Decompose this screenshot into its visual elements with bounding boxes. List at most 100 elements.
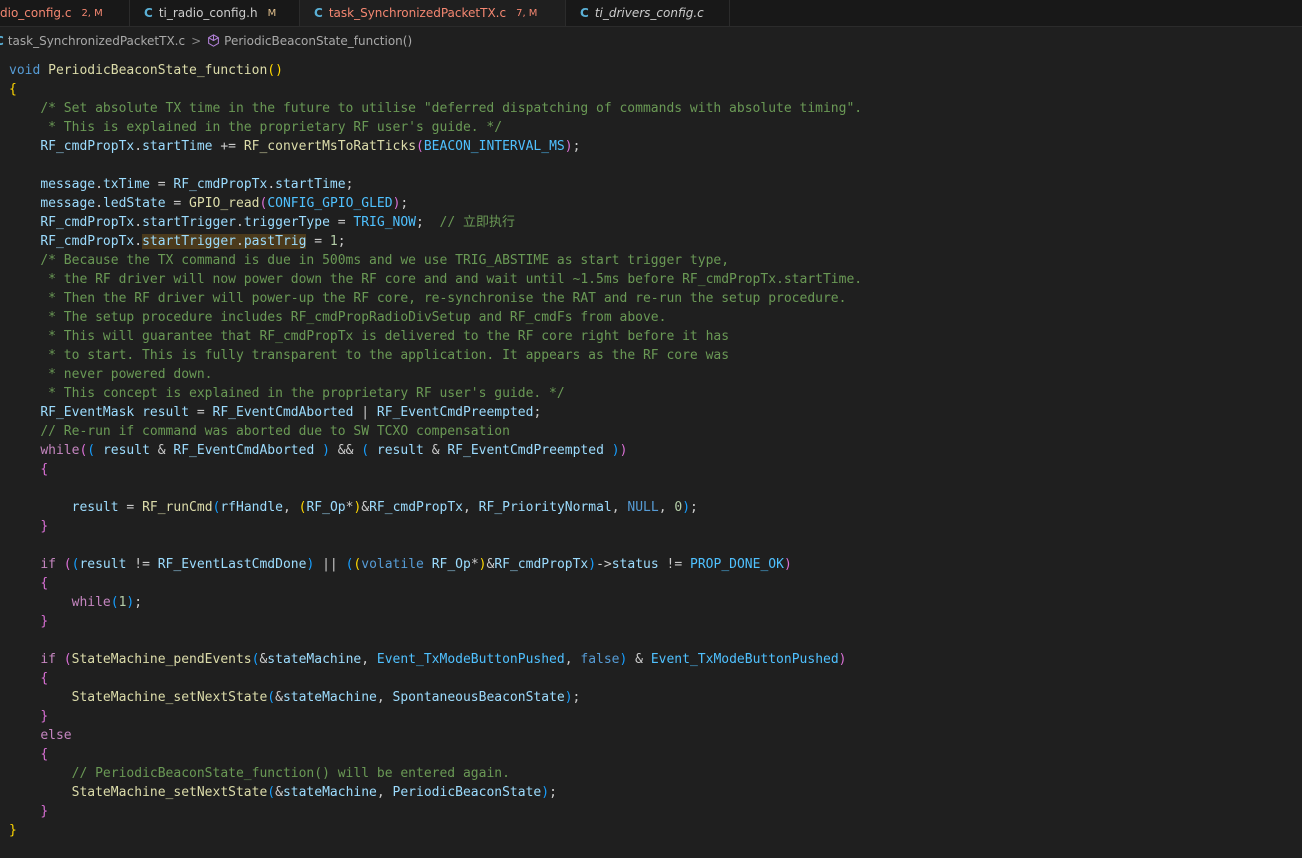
code-line[interactable]: } [0, 612, 1302, 631]
code-token: ) [682, 500, 691, 515]
code-editor[interactable]: void PeriodicBeaconState_function(){ /* … [0, 61, 1302, 840]
code-line[interactable]: } [0, 802, 1302, 821]
code-token: . [235, 234, 244, 249]
code-line[interactable]: void PeriodicBeaconState_function() [0, 61, 1302, 80]
code-line[interactable]: { [0, 80, 1302, 99]
code-token: triggerType [243, 215, 330, 230]
code-line[interactable] [0, 479, 1302, 498]
editor-tab[interactable]: Cti_radio_config.h M [130, 0, 300, 26]
code-token: ; [134, 595, 143, 610]
code-line[interactable]: else [0, 726, 1302, 745]
code-line[interactable]: RF_cmdPropTx.startTrigger.pastTrig = 1; [0, 232, 1302, 251]
code-token: if [40, 652, 56, 667]
code-line[interactable]: /* Because the TX command is due in 500m… [0, 251, 1302, 270]
code-line[interactable]: * never powered down. [0, 365, 1302, 384]
code-token: RF_Op [431, 557, 471, 572]
code-token: // PeriodicBeaconState_function() will b… [71, 766, 510, 781]
code-token: pastTrig [243, 234, 307, 249]
code-line[interactable]: * to start. This is fully transparent to… [0, 346, 1302, 365]
code-line[interactable]: while(1); [0, 593, 1302, 612]
code-line[interactable]: { [0, 669, 1302, 688]
code-line[interactable] [0, 631, 1302, 650]
code-line[interactable]: } [0, 821, 1302, 840]
code-line[interactable] [0, 156, 1302, 175]
editor-tab[interactable]: dio_config.c 2, M [0, 0, 130, 26]
code-line[interactable]: RF_cmdPropTx.startTrigger.triggerType = … [0, 213, 1302, 232]
code-token: volatile [361, 557, 424, 572]
code-token: , [361, 652, 377, 667]
code-token: & [423, 443, 448, 458]
code-token: stateMachine [282, 785, 377, 800]
code-line[interactable]: RF_cmdPropTx.startTime += RF_convertMsTo… [0, 137, 1302, 156]
code-token: result [71, 500, 119, 515]
code-token: . [235, 215, 244, 230]
code-line[interactable]: { [0, 574, 1302, 593]
code-token: * Then the RF driver will power-up the R… [48, 291, 847, 306]
code-token: ( [267, 690, 276, 705]
code-line[interactable]: StateMachine_setNextState(&stateMachine,… [0, 783, 1302, 802]
code-token: () [267, 63, 283, 78]
code-line[interactable]: * Then the RF driver will power-up the R… [0, 289, 1302, 308]
code-token: RF_EventCmdPreempted [447, 443, 604, 458]
breadcrumb-file[interactable]: task_SynchronizedPacketTX.c [8, 34, 185, 48]
code-line[interactable]: } [0, 517, 1302, 536]
code-token: result [376, 443, 424, 458]
code-line[interactable]: // Re-run if command was aborted due to … [0, 422, 1302, 441]
code-line[interactable]: * This is explained in the proprietary R… [0, 118, 1302, 137]
code-line[interactable]: StateMachine_setNextState(&stateMachine,… [0, 688, 1302, 707]
code-token: * [470, 557, 479, 572]
code-line[interactable]: // PeriodicBeaconState_function() will b… [0, 764, 1302, 783]
code-line[interactable]: * The setup procedure includes RF_cmdPro… [0, 308, 1302, 327]
code-token: PeriodicBeaconState_function [48, 63, 268, 78]
code-line[interactable]: * This concept is explained in the propr… [0, 384, 1302, 403]
code-line[interactable]: if (StateMachine_pendEvents(&stateMachin… [0, 650, 1302, 669]
code-line[interactable]: if ((result != RF_EventLastCmdDone) || (… [0, 555, 1302, 574]
function-symbol-icon [207, 34, 220, 48]
code-token: , [282, 500, 299, 515]
tab-label: task_SynchronizedPacketTX.c [328, 6, 507, 20]
code-line[interactable]: result = RF_runCmd(rfHandle, (RF_Op*)&RF… [0, 498, 1302, 517]
code-line[interactable]: * the RF driver will now power down the … [0, 270, 1302, 289]
code-line[interactable] [0, 536, 1302, 555]
code-token: ( [267, 785, 276, 800]
code-token: , [376, 690, 393, 705]
code-line[interactable]: { [0, 460, 1302, 479]
breadcrumb-symbol[interactable]: PeriodicBeaconState_function() [224, 34, 412, 48]
code-token: ) [478, 557, 487, 572]
code-line[interactable]: } [0, 707, 1302, 726]
code-line[interactable]: message.txTime = RF_cmdPropTx.startTime; [0, 175, 1302, 194]
code-token: ( [63, 652, 72, 667]
code-line[interactable]: RF_EventMask result = RF_EventCmdAborted… [0, 403, 1302, 422]
code-token: | [353, 405, 377, 420]
editor-tab[interactable]: Ctask_SynchronizedPacketTX.c 7, M [300, 0, 566, 26]
code-token: != [658, 557, 691, 572]
code-token: result [142, 405, 190, 420]
code-token: ( [416, 139, 424, 154]
code-line[interactable]: * This will guarantee that RF_cmdPropTx … [0, 327, 1302, 346]
code-token: startTrigger [142, 234, 236, 249]
code-token: RF_cmdPropTx [40, 234, 135, 249]
code-line[interactable]: /* Set absolute TX time in the future to… [0, 99, 1302, 118]
code-line[interactable]: { [0, 745, 1302, 764]
code-token: /* Because the TX command is due in 500m… [40, 253, 730, 268]
code-token: ; [572, 690, 581, 705]
code-token: 1 [329, 234, 338, 249]
editor-tab[interactable]: Cti_drivers_config.c [566, 0, 730, 26]
code-token: != [126, 557, 158, 572]
code-line[interactable]: while(( result & RF_EventCmdAborted ) &&… [0, 441, 1302, 460]
code-line[interactable]: message.ledState = GPIO_read(CONFIG_GPIO… [0, 194, 1302, 213]
code-token: ) [611, 443, 620, 458]
code-token: . [134, 234, 143, 249]
code-token: { [40, 671, 49, 686]
